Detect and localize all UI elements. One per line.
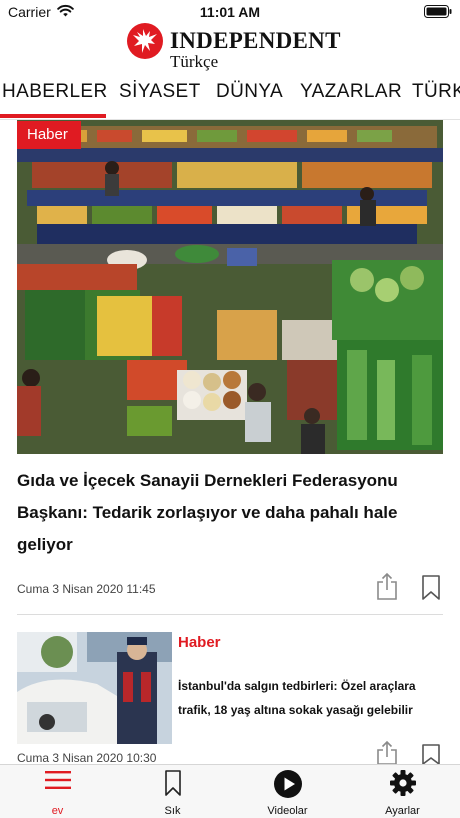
divider bbox=[17, 614, 443, 615]
tabbar-videos[interactable]: Videolar bbox=[230, 765, 345, 818]
logo-subtitle: Türkçe bbox=[170, 52, 219, 71]
featured-headline[interactable]: Gıda ve İçecek Sanayii Dernekleri Federa… bbox=[17, 465, 437, 561]
category-tabs: HABERLER SİYASET DÜNYA YAZARLAR TÜRK bbox=[0, 76, 460, 120]
article-date: Cuma 3 Nisan 2020 10:30 bbox=[17, 751, 157, 765]
tabbar-favorites-label: Sık bbox=[164, 805, 181, 817]
tab-yazarlar[interactable]: YAZARLAR bbox=[300, 81, 402, 103]
logo: INDEPENDENT Türkçe bbox=[126, 22, 340, 72]
tabbar-home[interactable]: ev bbox=[0, 765, 115, 818]
tab-siyaset[interactable]: SİYASET bbox=[119, 81, 201, 103]
tabbar-home-label: ev bbox=[51, 805, 64, 817]
battery-icon bbox=[424, 5, 452, 23]
tabbar-settings-label: Ayarlar bbox=[385, 805, 420, 817]
logo-title: INDEPENDENT bbox=[170, 28, 341, 53]
clock: 11:01 AM bbox=[199, 4, 261, 20]
category-badge: Haber bbox=[17, 121, 81, 149]
article-headline[interactable]: İstanbul'da salgın tedbirleri: Özel araç… bbox=[178, 674, 440, 722]
article-category: Haber bbox=[178, 634, 221, 651]
tab-dunya[interactable]: DÜNYA bbox=[216, 81, 283, 103]
article-thumbnail[interactable] bbox=[17, 632, 172, 744]
bookmark-icon[interactable] bbox=[421, 575, 441, 606]
featured-image[interactable] bbox=[17, 120, 443, 454]
tabbar-videos-label: Videolar bbox=[267, 805, 308, 817]
bookmark-icon bbox=[115, 769, 230, 797]
eagle-logo-icon bbox=[126, 22, 164, 65]
tabbar-favorites[interactable]: Sık bbox=[115, 765, 230, 818]
status-bar: Carrier 11:01 AM bbox=[0, 0, 460, 24]
play-icon bbox=[230, 769, 345, 799]
gear-icon bbox=[345, 769, 460, 797]
tab-turk[interactable]: TÜRK bbox=[412, 81, 460, 103]
tab-haberler[interactable]: HABERLER bbox=[2, 81, 108, 103]
active-tab-indicator bbox=[0, 114, 106, 118]
bottom-tab-bar: ev Sık Videolar Ayarlar bbox=[0, 764, 460, 818]
share-icon[interactable] bbox=[376, 572, 398, 605]
menu-icon bbox=[0, 769, 115, 791]
featured-date: Cuma 3 Nisan 2020 11:45 bbox=[17, 582, 156, 596]
tabbar-settings[interactable]: Ayarlar bbox=[345, 765, 460, 818]
